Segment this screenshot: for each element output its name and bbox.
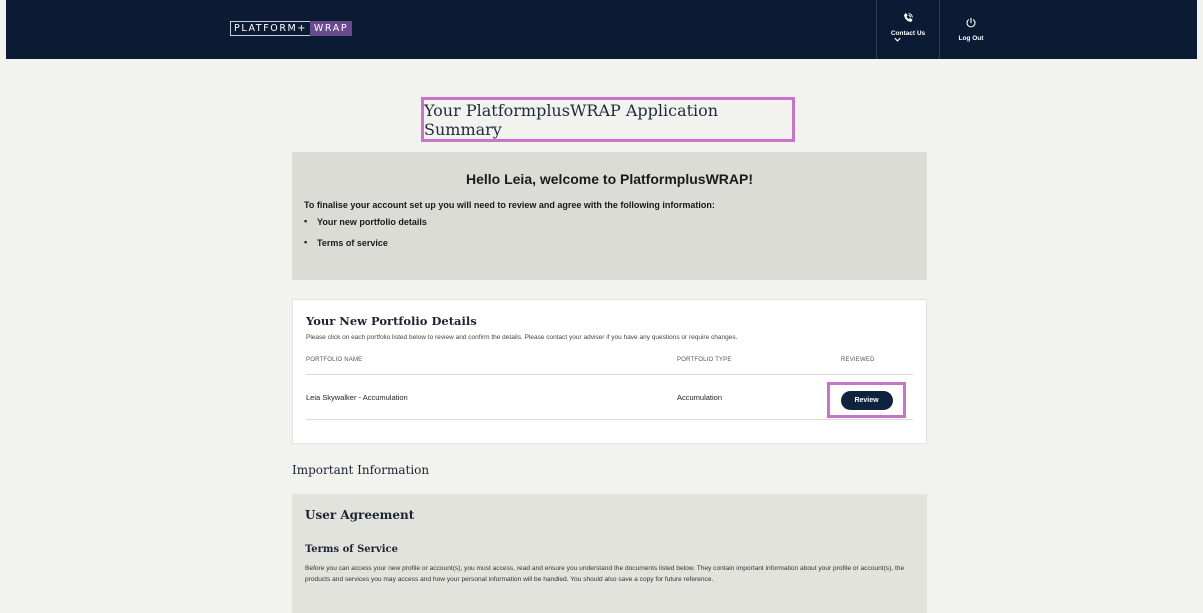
list-item: Terms of service [304, 237, 915, 248]
contact-us-button[interactable]: Contact Us [877, 0, 939, 59]
column-header-portfolio-name: PORTFOLIO NAME [306, 357, 363, 363]
page-title-highlight: Your PlatformplusWRAP Application Summar… [421, 97, 795, 142]
terms-of-service-body: Before you can access your new profile o… [305, 565, 905, 583]
logo-text-right: WRAP [309, 20, 353, 36]
contact-us-label: Contact Us [890, 29, 926, 37]
top-navigation-bar: PLATFORM+ WRAP Contact Us Log Out [6, 0, 1197, 59]
review-button[interactable]: Review [840, 390, 893, 410]
column-header-reviewed: REVIEWED [841, 357, 875, 363]
portfolio-details-card: Your New Portfolio Details Please click … [292, 299, 927, 444]
portfolio-type-cell: Accumulation [677, 393, 723, 402]
portfolio-section-title: Your New Portfolio Details [306, 314, 477, 328]
important-information-heading: Important Information [292, 463, 430, 477]
list-item: Your new portfolio details [304, 216, 915, 227]
portfolio-description: Please click on each portfolio listed be… [306, 334, 738, 341]
welcome-panel: Hello Leia, welcome to PlatformplusWRAP!… [292, 152, 927, 280]
log-out-label: Log Out [958, 35, 984, 42]
welcome-intro: To finalise your account set up you will… [304, 200, 715, 210]
platform-wrap-logo[interactable]: PLATFORM+ WRAP [230, 20, 353, 36]
portfolio-name-cell: Leia Skywalker - Accumulation [306, 393, 408, 402]
phone-icon [904, 12, 913, 22]
review-button-highlight: Review [827, 382, 906, 418]
chevron-down-icon [894, 37, 901, 42]
logo-text-left: PLATFORM+ [230, 20, 310, 36]
welcome-heading: Hello Leia, welcome to PlatformplusWRAP! [465, 171, 754, 187]
log-out-button[interactable]: Log Out [940, 0, 1002, 59]
page-title: Your PlatformplusWRAP Application Summar… [424, 100, 719, 139]
user-agreement-title: User Agreement [305, 508, 415, 522]
terms-of-service-subtitle: Terms of Service [305, 544, 398, 555]
portfolio-table-header: PORTFOLIO NAME PORTFOLIO TYPE REVIEWED [306, 355, 913, 375]
power-icon [966, 17, 976, 28]
table-row[interactable]: Leia Skywalker - Accumulation Accumulati… [306, 375, 913, 420]
welcome-list: Your new portfolio details Terms of serv… [304, 216, 915, 248]
user-agreement-panel: User Agreement Terms of Service Before y… [292, 494, 927, 613]
column-header-portfolio-type: PORTFOLIO TYPE [677, 357, 732, 363]
